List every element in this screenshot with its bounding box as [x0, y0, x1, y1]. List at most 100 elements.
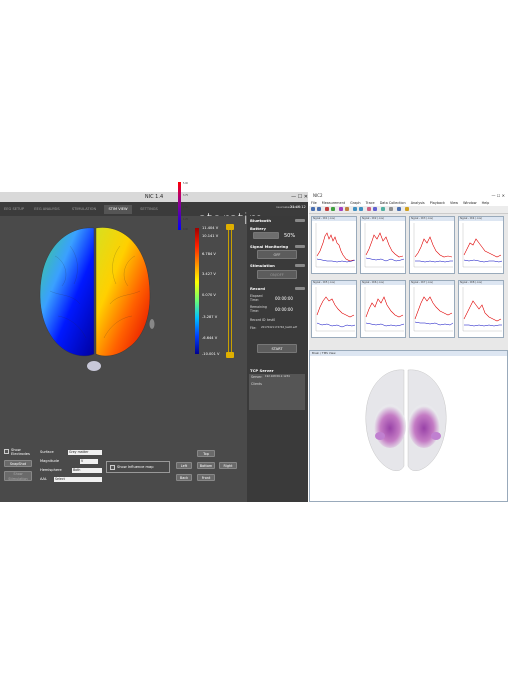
- settings-icon[interactable]: [381, 207, 385, 211]
- tab-settings[interactable]: SETTINGS: [136, 205, 162, 214]
- stimulation-button[interactable]: ON/OFF: [257, 270, 297, 279]
- snapshot-button[interactable]: SnapShot: [4, 460, 32, 467]
- marker-icon[interactable]: [367, 207, 371, 211]
- show-stimulation-button[interactable]: Show Stimulation: [4, 471, 32, 481]
- colorbar-label: 10.141 V: [202, 234, 219, 238]
- signal-plot-window[interactable]: Signal - Ch6 (.cvs): [360, 280, 406, 338]
- export-icon[interactable]: [397, 207, 401, 211]
- signal-plot: [364, 223, 405, 268]
- view-back-button[interactable]: Back: [176, 474, 192, 481]
- record-heading: Record: [250, 286, 265, 291]
- nic2-title-bar: NIC2 — ☐ ✕: [309, 192, 508, 200]
- calc-icon[interactable]: [405, 207, 409, 211]
- signal-plot-window[interactable]: Signal - Ch2 (.cvs): [360, 216, 406, 274]
- view-right-button[interactable]: Right: [219, 462, 237, 469]
- record-id-value[interactable]: test0: [267, 318, 275, 322]
- magnitude-label: Magnitude: [40, 459, 60, 463]
- record-id-label: Record ID: [250, 318, 266, 322]
- start-button[interactable]: START: [257, 344, 297, 353]
- nic2-window: NIC2 — ☐ ✕ File Measurement Graph Trace …: [309, 192, 508, 502]
- analysis-icon[interactable]: [373, 207, 377, 211]
- signal-plot-window[interactable]: Signal - Ch8 (.cvs): [458, 280, 504, 338]
- surface-select[interactable]: Grey matter: [68, 450, 102, 455]
- signal-plot-window[interactable]: Signal - Ch4 (.cvs): [458, 216, 504, 274]
- electrode: [431, 432, 441, 440]
- tab-stimulation[interactable]: STIMULATION: [68, 205, 100, 214]
- view-top-button[interactable]: Top: [197, 450, 215, 457]
- range-slider-handle-bottom[interactable]: [226, 352, 234, 358]
- menu-window[interactable]: Window: [463, 201, 476, 205]
- colorbar-label: 2.50: [183, 206, 188, 209]
- zoom-in-icon[interactable]: [353, 207, 357, 211]
- menu-file[interactable]: File: [311, 201, 317, 205]
- signal-plot-window[interactable]: Signal - Ch1 (.cvs): [311, 216, 357, 274]
- colorbar: [195, 228, 199, 354]
- signal-plot: [364, 287, 405, 332]
- play-icon[interactable]: [331, 207, 335, 211]
- stimulation-toggle[interactable]: [295, 264, 305, 267]
- menu-trace[interactable]: Trace: [366, 201, 375, 205]
- tab-eeg-setup[interactable]: EEG SETUP: [2, 205, 26, 214]
- record-icon[interactable]: [325, 207, 329, 211]
- view-front-button[interactable]: Front: [197, 474, 215, 481]
- tab-stim-view[interactable]: STIM VIEW: [104, 205, 132, 214]
- trace-icon[interactable]: [345, 207, 349, 211]
- stim-viewer[interactable]: [0, 216, 245, 426]
- clients-label: Clients: [251, 382, 262, 386]
- aal-label: AAL: [40, 477, 48, 481]
- range-slider-handle-top[interactable]: [226, 224, 234, 230]
- record-toggle[interactable]: [295, 287, 305, 290]
- menu-view[interactable]: View: [450, 201, 458, 205]
- nic-window: NIC 1.4 — ☐ ✕ EEG SETUP EEG ANALYSIS STI…: [0, 192, 308, 502]
- hemisphere-select[interactable]: Both: [72, 468, 102, 473]
- signal-monitoring-toggle[interactable]: [295, 245, 305, 248]
- signal-monitoring-heading: Signal Monitoring: [250, 244, 289, 249]
- brain-colorbar: [178, 182, 181, 230]
- signal-plot-window[interactable]: Signal - Ch5 (.cvs): [311, 280, 357, 338]
- brain-top-view[interactable]: [310, 356, 508, 502]
- grid-icon[interactable]: [389, 207, 393, 211]
- signal-off-button[interactable]: OFF: [257, 250, 297, 259]
- bluetooth-toggle[interactable]: [295, 219, 305, 222]
- menu-help[interactable]: Help: [482, 201, 490, 205]
- tcp-server-box: [249, 374, 305, 410]
- elapsed-label: Elapsed Time:: [250, 294, 263, 302]
- open-icon[interactable]: [311, 207, 315, 211]
- activation-right: [408, 404, 440, 448]
- hemisphere-label: Hemisphere: [40, 468, 62, 472]
- colorbar-label: 0.070 V: [202, 293, 216, 297]
- colorbar-label: 11.404 V: [202, 226, 219, 230]
- server-value: 192.168.56.1:1234: [265, 375, 290, 378]
- menu-measurement[interactable]: Measurement: [322, 201, 345, 205]
- electrode: [149, 319, 155, 329]
- signal-plot-window[interactable]: Signal - Ch7 (.cvs): [409, 280, 455, 338]
- window-controls[interactable]: — ☐ ✕: [291, 192, 308, 202]
- stimulation-heading: Stimulation: [250, 263, 275, 268]
- menu-analysis[interactable]: Analysis: [411, 201, 425, 205]
- aal-select[interactable]: Select: [54, 477, 102, 482]
- signal-plot: [413, 223, 453, 268]
- nic2-title: NIC2: [313, 193, 323, 198]
- show-electrodes-checkbox[interactable]: [4, 449, 9, 454]
- brain-3d-view[interactable]: [0, 216, 245, 426]
- menu-data-collection[interactable]: Data Collection: [380, 201, 406, 205]
- view-left-button[interactable]: Left: [176, 462, 192, 469]
- graph-icon[interactable]: [339, 207, 343, 211]
- colorbar-label: 3.75: [183, 194, 188, 197]
- brain-view-window[interactable]: Brain / TMS View: [309, 350, 508, 502]
- influence-checkbox[interactable]: [110, 465, 115, 470]
- file-value: 20170421174746_test0.edf: [261, 326, 298, 329]
- right-hemisphere: [95, 227, 151, 357]
- signal-plot-window[interactable]: Signal - Ch3 (.cvs): [409, 216, 455, 274]
- tab-eeg-analysis[interactable]: EEG ANALYSIS: [30, 205, 64, 214]
- window-controls[interactable]: — ☐ ✕: [492, 192, 505, 200]
- save-icon[interactable]: [317, 207, 321, 211]
- zoom-out-icon[interactable]: [359, 207, 363, 211]
- range-slider-track[interactable]: [228, 228, 232, 354]
- stim-view-controls: Show Electrodes SnapShot Show Stimulatio…: [0, 446, 245, 502]
- view-bottom-button[interactable]: Bottom: [197, 462, 215, 469]
- file-label: File:: [250, 326, 257, 330]
- menu-playback[interactable]: Playback: [430, 201, 445, 205]
- magnitude-select[interactable]: V: [80, 459, 98, 464]
- menu-graph[interactable]: Graph: [350, 201, 360, 205]
